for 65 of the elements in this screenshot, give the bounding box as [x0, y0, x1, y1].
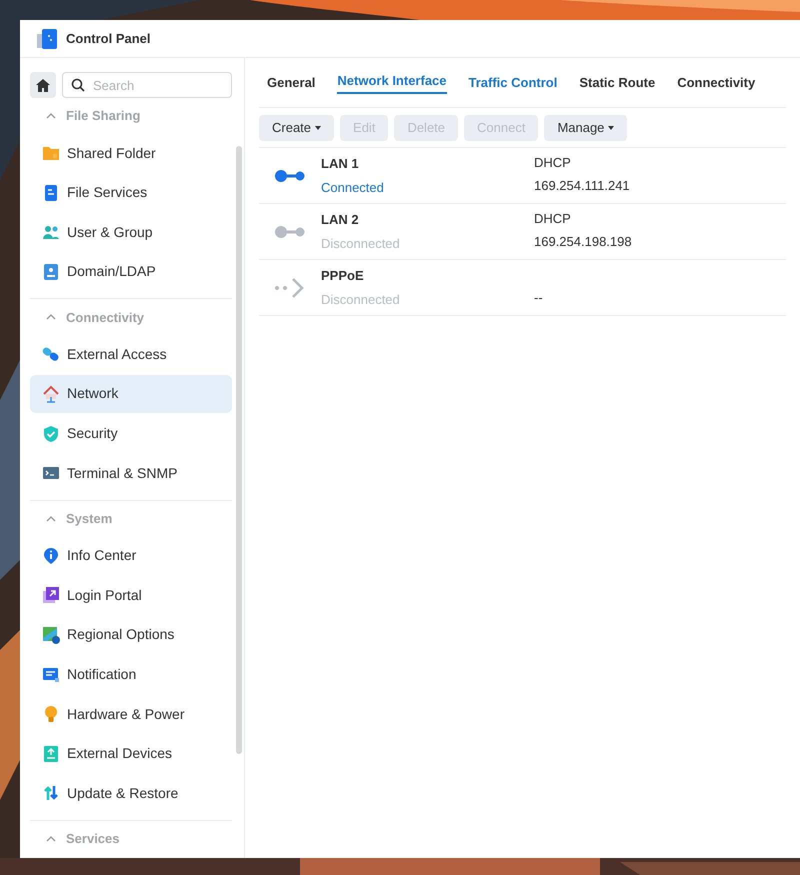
ethernet-icon: [274, 224, 306, 238]
users-icon: [42, 223, 60, 242]
window-title: Control Panel: [66, 30, 151, 48]
ip-address: --: [534, 289, 543, 307]
toolbar-button[interactable]: Manage: [544, 114, 628, 140]
sidebar-item[interactable]: File Services: [30, 174, 232, 212]
ethernet-icon: [274, 168, 306, 182]
interface-mode: DHCP: [534, 210, 572, 228]
ip-address: 169.254.198.198: [534, 233, 632, 251]
tab[interactable]: Traffic Control: [468, 72, 558, 92]
toolbar-button[interactable]: Create: [259, 114, 334, 140]
interface-row[interactable]: LAN 1 Connected DHCP 169.254.111.241: [259, 148, 786, 204]
sidebar-item[interactable]: Info Center: [30, 536, 232, 575]
info-icon: [42, 546, 60, 565]
document-icon: [42, 184, 60, 202]
sidebar-item[interactable]: External Devices: [30, 734, 232, 773]
ip-address: 169.254.111.241: [534, 177, 630, 195]
sidebar-item[interactable]: Update & Restore: [30, 774, 232, 812]
interface-status: Disconnected: [321, 290, 401, 308]
search-icon: [71, 78, 85, 92]
sidebar-item[interactable]: User & Group: [30, 213, 232, 252]
sidebar-item[interactable]: Login Portal: [30, 576, 232, 614]
sidebar-item[interactable]: Domain/LDAP: [30, 252, 232, 291]
interface-name: LAN 1: [321, 155, 360, 173]
interface-mode: DHCP: [534, 154, 572, 172]
portal-icon: [42, 586, 60, 604]
interface-status: Disconnected: [321, 234, 401, 252]
contact-card-icon: [42, 262, 60, 281]
tab[interactable]: Connectivity: [677, 72, 756, 92]
drive-icon: [42, 744, 60, 763]
sidebar-item[interactable]: Hardware & Power: [30, 695, 232, 734]
interface-name: LAN 2: [321, 211, 360, 229]
tab[interactable]: Static Route: [579, 72, 656, 92]
dial-arrow-icon: [274, 276, 306, 300]
control-panel-icon: [36, 28, 58, 50]
caret-icon: [608, 126, 614, 130]
sidebar-item[interactable]: Regional Options: [30, 616, 232, 654]
interface-name: PPPoE: [321, 267, 365, 285]
sync-arrows-icon: [42, 784, 60, 802]
interface-row[interactable]: LAN 2 Disconnected DHCP 169.254.198.198: [259, 204, 786, 260]
interface-row[interactable]: PPPoE Disconnected --: [259, 260, 786, 316]
house-icon: [42, 384, 60, 403]
map-clock-icon: [42, 626, 60, 644]
chevron-icon[interactable]: [46, 314, 56, 320]
sidebar-item[interactable]: Network: [30, 374, 232, 413]
lightbulb-icon: [42, 705, 60, 724]
interface-status: Connected: [321, 178, 385, 196]
sidebar-item[interactable]: Notification: [30, 656, 232, 694]
sidebar-item[interactable]: Shared Folder: [30, 134, 232, 172]
home-button[interactable]: [30, 72, 56, 98]
tab[interactable]: Network Interface: [337, 71, 447, 94]
search-field[interactable]: Search: [62, 72, 232, 98]
link-icon: [42, 345, 60, 364]
sidebar-item[interactable]: External Access: [30, 335, 232, 374]
caret-icon: [315, 126, 322, 130]
message-icon: [42, 666, 60, 684]
shield-icon: [42, 424, 60, 443]
folder-icon: [42, 144, 60, 162]
sidebar-item[interactable]: Security: [30, 414, 232, 453]
tab[interactable]: General: [267, 72, 316, 92]
chevron-icon[interactable]: [46, 113, 56, 119]
home-icon: [36, 78, 50, 92]
chevron-icon[interactable]: [46, 516, 56, 522]
chevron-icon[interactable]: [46, 836, 56, 842]
sidebar-item[interactable]: Terminal & SNMP: [30, 454, 232, 492]
